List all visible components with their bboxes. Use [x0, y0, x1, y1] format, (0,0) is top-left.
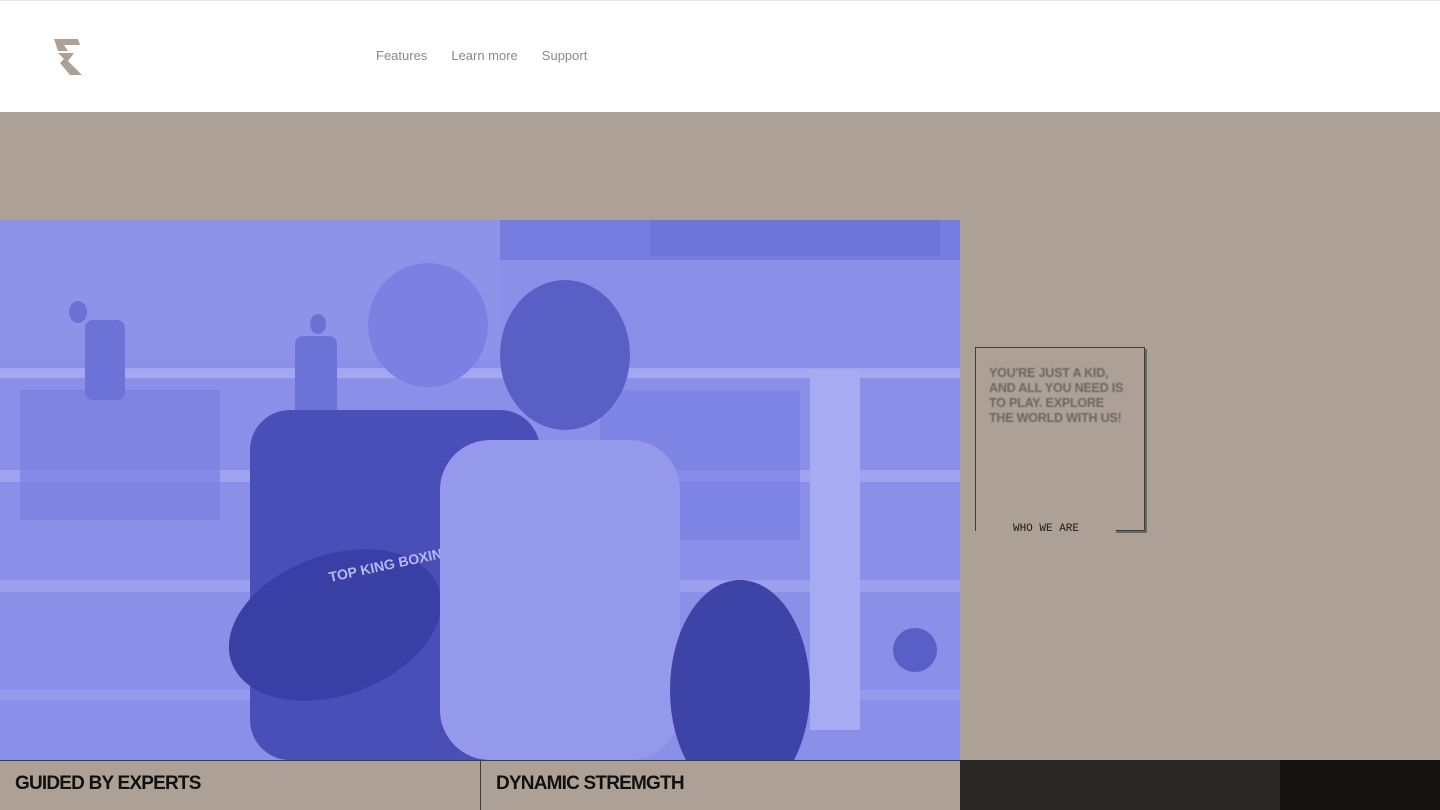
- nav-link-features[interactable]: Features: [376, 48, 427, 63]
- who-we-are-button[interactable]: WHO WE ARE: [976, 516, 1116, 542]
- intro-card-text: YOU'RE JUST A KID, AND ALL YOU NEED IS T…: [989, 366, 1124, 425]
- feature-card-experts[interactable]: GUIDED BY EXPERTS: [0, 760, 480, 810]
- hero-photo: TOP KING BOXING: [0, 220, 960, 760]
- feature-title: GUIDED BY EXPERTS: [15, 773, 201, 794]
- feature-image-darker: [1280, 760, 1440, 810]
- nav-link-support[interactable]: Support: [542, 48, 588, 63]
- feature-image-dark: [960, 760, 1280, 810]
- main-nav: Features Learn more Support: [376, 48, 587, 63]
- brand-logo-icon[interactable]: [52, 37, 84, 77]
- nav-link-learn-more[interactable]: Learn more: [451, 48, 517, 63]
- intro-card: YOU'RE JUST A KID, AND ALL YOU NEED IS T…: [975, 347, 1145, 542]
- boxing-training-photo: TOP KING BOXING: [0, 220, 960, 760]
- feature-card-strength[interactable]: DYNAMIC STREMGTH: [480, 760, 960, 810]
- feature-title: DYNAMIC STREMGTH: [496, 773, 685, 794]
- site-header: Features Learn more Support: [0, 0, 1440, 112]
